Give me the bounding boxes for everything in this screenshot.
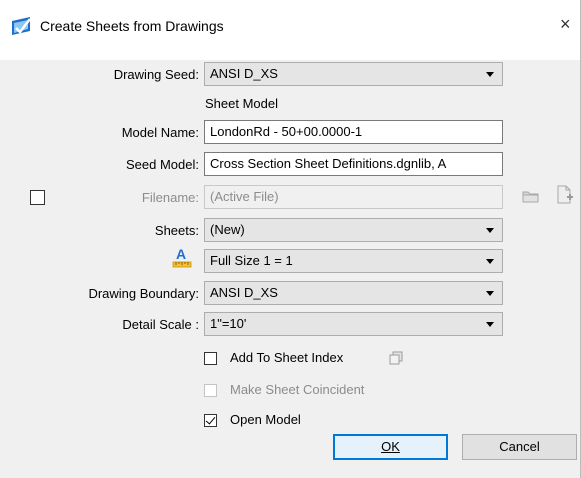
chevron-down-icon	[486, 322, 494, 327]
drawing-boundary-value: ANSI D_XS	[210, 285, 278, 300]
open-model-label: Open Model	[230, 412, 301, 427]
add-to-sheet-index-label: Add To Sheet Index	[230, 350, 344, 365]
window-title: Create Sheets from Drawings	[40, 18, 224, 34]
new-file-icon[interactable]	[556, 185, 574, 205]
annotation-scale-value: Full Size 1 = 1	[210, 253, 293, 268]
chevron-down-icon	[486, 228, 494, 233]
title-bar: Create Sheets from Drawings ×	[0, 0, 580, 60]
detail-scale-label: Detail Scale :	[122, 317, 199, 332]
sheets-label: Sheets:	[154, 223, 199, 238]
sheet-model-heading: Sheet Model	[205, 96, 278, 111]
close-button[interactable]: ×	[560, 12, 580, 36]
drawing-seed-label: Drawing Seed:	[113, 67, 199, 82]
drawing-boundary-dropdown[interactable]: ANSI D_XS	[204, 281, 503, 305]
sheets-dropdown[interactable]: (New)	[204, 218, 503, 242]
seed-model-input[interactable]: Cross Section Sheet Definitions.dgnlib, …	[204, 152, 503, 176]
detail-scale-dropdown[interactable]: 1"=10'	[204, 312, 503, 336]
checkmark-icon	[205, 414, 216, 425]
cancel-button-label: Cancel	[499, 439, 540, 454]
annotation-scale-icon: A	[172, 246, 192, 268]
cancel-button[interactable]: Cancel	[462, 434, 577, 460]
chevron-down-icon	[486, 72, 494, 77]
seed-model-label: Seed Model:	[126, 157, 199, 172]
add-to-sheet-index-checkbox[interactable]	[204, 352, 217, 365]
drawing-seed-value: ANSI D_XS	[210, 66, 278, 81]
filename-checkbox[interactable]	[30, 190, 45, 205]
ok-button[interactable]: OK	[333, 434, 448, 460]
chevron-down-icon	[486, 259, 494, 264]
model-name-label: Model Name:	[121, 125, 199, 140]
open-model-checkbox[interactable]	[204, 414, 217, 427]
model-name-input[interactable]: LondonRd - 50+00.0000-1	[204, 120, 503, 144]
sheets-value: (New)	[210, 222, 245, 237]
make-sheet-coincident-label: Make Sheet Coincident	[230, 382, 365, 397]
make-sheet-coincident-checkbox[interactable]	[204, 384, 217, 397]
sheet-index-icon[interactable]	[388, 350, 404, 366]
drawing-seed-dropdown[interactable]: ANSI D_XS	[204, 62, 503, 86]
folder-icon[interactable]	[522, 188, 540, 204]
create-sheets-dialog: Create Sheets from Drawings × Drawing Se…	[0, 0, 581, 478]
ok-button-label: OK	[381, 439, 400, 454]
create-sheets-icon	[12, 17, 31, 35]
svg-text:A: A	[176, 246, 186, 262]
chevron-down-icon	[486, 291, 494, 296]
annotation-scale-dropdown[interactable]: Full Size 1 = 1	[204, 249, 503, 273]
drawing-boundary-label: Drawing Boundary:	[88, 286, 199, 301]
filename-label: Filename:	[141, 190, 199, 205]
detail-scale-value: 1"=10'	[210, 316, 247, 331]
filename-input[interactable]: (Active File)	[204, 185, 503, 209]
